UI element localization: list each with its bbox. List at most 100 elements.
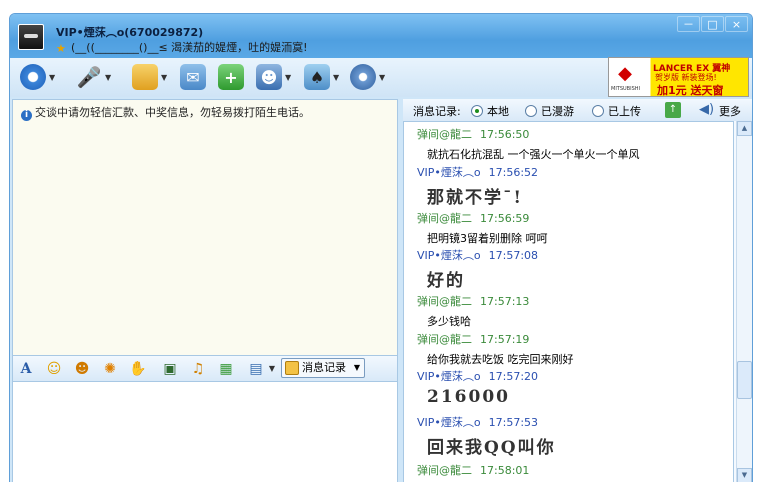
chevron-down-icon[interactable]: ▼ xyxy=(379,73,385,82)
message-sender: 弹间@龍二 xyxy=(417,212,472,225)
chevron-down-icon[interactable]: ▼ xyxy=(285,73,291,82)
message-time: 17:57:13 xyxy=(480,295,530,308)
chat-log[interactable]: 弹间@龍二 17:56:50 就抗石化抗混乱 一个强火一个单火一个单风 VIP•煙… xyxy=(403,121,734,482)
message-text: 好的 xyxy=(427,271,465,291)
message-sender: VIP•煙莯︵o xyxy=(417,370,481,383)
message-text: 多少钱哈 xyxy=(427,315,471,328)
message-log-button[interactable]: 消息记录 ▼ xyxy=(281,358,365,378)
mail-button[interactable]: ✉ xyxy=(180,63,206,91)
message-sender: 弹间@龍二 xyxy=(417,128,472,141)
mic-icon: 🎤 xyxy=(76,65,102,89)
list-item: 弹间@龍二 17:57:19 给你我就去吃饭 吃完回来刚好 xyxy=(417,331,574,367)
music-icon[interactable]: ♫ xyxy=(189,360,207,378)
avatar[interactable] xyxy=(18,24,44,50)
maximize-button[interactable]: □ xyxy=(701,16,724,32)
message-time: 17:57:08 xyxy=(488,249,539,262)
chat-scrollbar[interactable]: ▲ ▼ xyxy=(736,121,752,482)
radio-roaming[interactable]: 已漫游 xyxy=(525,103,574,119)
chevron-down-icon[interactable]: ▼ xyxy=(263,360,281,378)
message-text: 回来我QQ叫你 xyxy=(427,438,556,458)
voice-button[interactable]: 🎤 ▼ xyxy=(76,63,112,91)
chevron-down-icon[interactable]: ▼ xyxy=(161,73,167,82)
message-history[interactable]: i 交谈中请勿轻信汇款、中奖信息，勿轻易拨打陌生电话。 xyxy=(12,99,398,356)
message-header: 弹间@龍二 17:57:19 xyxy=(417,331,574,347)
message-time: 17:57:53 xyxy=(488,416,539,429)
ad-banner[interactable]: ◆ MITSUBISHI LANCER EX 翼神 贺岁版 新装登场! 加1元 … xyxy=(608,57,749,97)
message-header: VIP•煙莯︵o 17:57:08 xyxy=(417,247,538,263)
message-sender: VIP•煙莯︵o xyxy=(417,166,481,179)
message-time: 17:57:20 xyxy=(488,370,539,383)
contact-name: VIP•煙莯︵o(670029872) xyxy=(56,26,204,39)
chevron-down-icon[interactable]: ▼ xyxy=(333,73,339,82)
list-item: VIP•煙莯︵o 17:57:20 216000 xyxy=(417,368,538,407)
screenshot-icon[interactable]: ▣ xyxy=(161,360,179,378)
font-icon[interactable]: A xyxy=(17,360,35,378)
radio-label: 已上传 xyxy=(608,105,641,118)
message-log-icon xyxy=(285,361,299,375)
message-text: 把明镜3留着别删除 呵呵 xyxy=(427,232,548,245)
shake-icon[interactable]: ✺ xyxy=(101,360,119,378)
message-log-label: 消息记录 xyxy=(302,361,346,374)
list-item: 弹间@龍二 17:56:59 把明镜3留着别删除 呵呵 xyxy=(417,210,548,246)
history-pane: 消息记录: 本地 已漫游 已上传 ↑ ◀) 更多 弹间@龍二 17:56:50 就… xyxy=(403,99,752,482)
message-header: VIP•煙莯︵o 17:56:52 xyxy=(417,164,538,180)
list-item: 弹间@龍二 17:57:13 多少钱哈 xyxy=(417,293,529,329)
message-input[interactable] xyxy=(12,381,398,482)
export-icon[interactable]: ↑ xyxy=(665,102,681,118)
title-bar[interactable]: VIP•煙莯︵o(670029872) ★ (__((________()__≤ … xyxy=(10,14,752,58)
notice-text: 交谈中请勿轻信汇款、中奖信息，勿轻易拨打陌生电话。 xyxy=(35,106,310,119)
thumb-icon[interactable]: ✋ xyxy=(129,360,147,378)
file-transfer-button[interactable]: ▼ xyxy=(132,63,167,91)
message-sender: 弹间@龍二 xyxy=(417,333,472,346)
input-toolbar: A ☺ ☻ ✺ ✋ ▣ ♫ ▦ ▤ ▼ 消息记录 ▼ xyxy=(12,356,398,381)
radio-dot xyxy=(525,105,537,117)
scroll-thumb[interactable] xyxy=(737,361,752,399)
message-header: VIP•煙莯︵o 17:57:20 xyxy=(417,368,538,384)
add-app-button[interactable]: + xyxy=(218,63,244,91)
message-time: 17:56:50 xyxy=(480,128,530,141)
chevron-down-icon[interactable]: ▼ xyxy=(49,73,55,82)
message-header: 弹间@龍二 17:58:01 xyxy=(417,462,529,478)
radio-label: 本地 xyxy=(487,105,509,118)
message-sender: 弹间@龍二 xyxy=(417,295,472,308)
contact-signature: ★ (__((________()__≤ 渴渼茄的媞煙，吐的媞洏寞! xyxy=(56,39,308,55)
video-icon xyxy=(20,64,46,90)
message-header: 弹间@龍二 17:56:50 xyxy=(417,126,640,142)
message-header: 弹间@龍二 17:57:13 xyxy=(417,293,529,309)
message-text: 给你我就去吃饭 吃完回来刚好 xyxy=(427,353,574,366)
message-sender: VIP•煙莯︵o xyxy=(417,249,481,262)
chevron-down-icon[interactable]: ▼ xyxy=(105,73,111,82)
settings-button[interactable]: ▼ xyxy=(350,63,385,91)
list-item: 弹间@龍二 17:58:01 xyxy=(417,462,529,478)
folder-icon xyxy=(132,64,158,90)
more-link[interactable]: 更多 xyxy=(719,103,741,119)
message-sender: 弹间@龍二 xyxy=(417,464,472,477)
remote-assist-button[interactable]: ☻ ▼ xyxy=(256,63,291,91)
radio-dot xyxy=(592,105,604,117)
radio-dot xyxy=(471,105,483,117)
smiley-icon[interactable]: ☺ xyxy=(45,360,63,378)
scroll-down-button[interactable]: ▼ xyxy=(737,468,752,482)
security-notice: i 交谈中请勿轻信汇款、中奖信息，勿轻易拨打陌生电话。 xyxy=(21,104,310,121)
radio-uploaded[interactable]: 已上传 xyxy=(592,103,641,119)
list-item: VIP•煙莯︵o 17:56:52 那就不学¯! xyxy=(417,164,538,208)
window-controls: － □ × xyxy=(677,16,748,32)
person-icon: ☻ xyxy=(256,64,282,90)
radio-local[interactable]: 本地 xyxy=(471,103,509,119)
gift-icon[interactable]: ▦ xyxy=(217,360,235,378)
info-icon: i xyxy=(21,110,32,121)
magic-face-icon[interactable]: ☻ xyxy=(73,360,91,378)
message-sender: VIP•煙莯︵o xyxy=(417,416,481,429)
mail-icon: ✉ xyxy=(180,64,206,90)
radio-label: 已漫游 xyxy=(541,105,574,118)
scroll-up-button[interactable]: ▲ xyxy=(737,121,752,136)
minimize-button[interactable]: － xyxy=(677,16,700,32)
game-button[interactable]: ♠ ▼ xyxy=(304,63,339,91)
add-icon: + xyxy=(218,64,244,90)
speaker-icon[interactable]: ◀) xyxy=(699,102,714,117)
video-button[interactable]: ▼ xyxy=(20,63,55,91)
ad-line-3: 加1元 送天窗 xyxy=(657,84,724,97)
message-text: 那就不学¯! xyxy=(427,188,523,208)
close-button[interactable]: × xyxy=(725,16,748,32)
chat-window: VIP•煙莯︵o(670029872) ★ (__((________()__≤ … xyxy=(9,13,753,482)
